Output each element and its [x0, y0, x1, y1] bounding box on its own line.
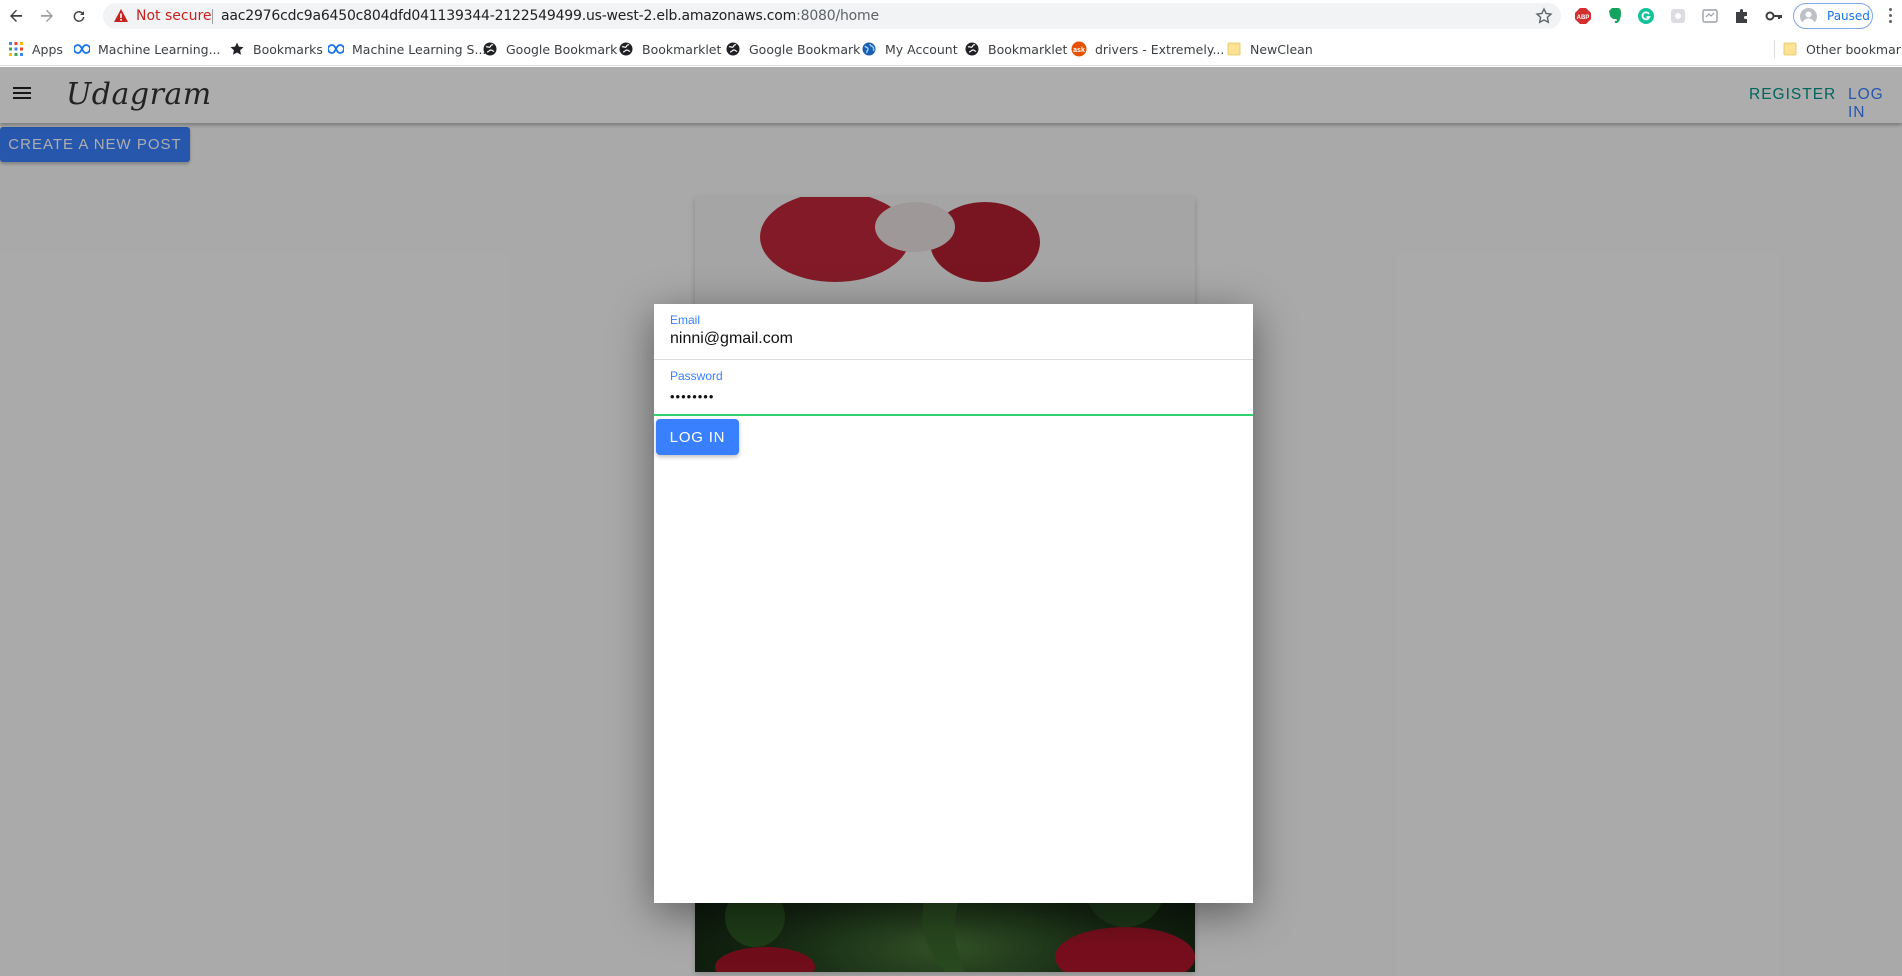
arrow-right-icon: [41, 9, 53, 22]
address-bar[interactable]: Not secure aac2976cdc9a6450c804dfd041139…: [103, 3, 1561, 29]
password-manager[interactable]: [1764, 6, 1784, 26]
bookmark-label: NewClean: [1250, 41, 1313, 57]
url-path: :8080/home: [796, 8, 879, 24]
bookmark-label: Bookmarks: [253, 41, 323, 57]
infinity-icon: [328, 41, 344, 57]
abp-icon: ABP: [1575, 8, 1591, 24]
login-submit-button[interactable]: LOG IN: [656, 419, 739, 455]
svg-text:ABP: ABP: [1577, 15, 1590, 21]
arrow-left-icon: [10, 9, 22, 22]
back-button[interactable]: [4, 4, 28, 28]
reload-icon: [73, 11, 85, 22]
bookmark-apps[interactable]: Apps: [8, 40, 63, 58]
not-secure-label[interactable]: Not secure: [136, 8, 212, 24]
bookmark-google-bookmark-2[interactable]: Google Bookmark: [725, 40, 860, 58]
ask-icon: ask: [1071, 41, 1087, 57]
other-bookmarks[interactable]: Other bookmarks: [1782, 40, 1902, 58]
reload-button[interactable]: [67, 4, 91, 28]
password-field[interactable]: Password ••••••••: [654, 360, 1253, 416]
bookmark-bookmarklet-1[interactable]: Bookmarklet: [618, 40, 721, 58]
bookmark-label: Bookmarklet: [988, 41, 1068, 57]
url-text[interactable]: aac2976cdc9a6450c804dfd041139344-2122549…: [221, 8, 879, 24]
bookmark-machine-learning-2[interactable]: Machine Learning S...: [328, 40, 486, 58]
url-host: aac2976cdc9a6450c804dfd041139344-2122549…: [221, 8, 797, 24]
evernote-icon: [1609, 8, 1621, 24]
bookmark-label: My Account: [885, 41, 958, 57]
globe-icon: [725, 41, 741, 57]
folder-icon: [1226, 41, 1242, 57]
warning-icon: [114, 9, 128, 22]
world-icon: [861, 41, 877, 57]
person-icon: [1802, 11, 1815, 25]
bookmark-star-icon[interactable]: [1535, 7, 1553, 25]
chrome-menu-button[interactable]: [1889, 8, 1893, 24]
bookmark-label: Machine Learning S...: [352, 41, 487, 57]
bookmark-label: Google Bookmark: [506, 41, 618, 57]
login-modal: Email ninni@gmail.com Password •••••••• …: [654, 304, 1253, 903]
avatar: [1800, 8, 1817, 25]
star-icon: [229, 41, 245, 57]
bookmark-label: drivers - Extremely...: [1095, 41, 1225, 57]
web-page: Udagram REGISTER LOG IN CREATE A NEW POS…: [0, 67, 1902, 976]
screenshot-icon: [1702, 9, 1718, 23]
email-input[interactable]: ninni@gmail.com: [670, 330, 793, 348]
profile-status: Paused: [1827, 9, 1870, 23]
bookmark-bookmarks[interactable]: Bookmarks: [229, 40, 323, 58]
forward-button[interactable]: [35, 4, 59, 28]
generic-extension[interactable]: [1668, 6, 1688, 26]
bookmark-label: Google Bookmark: [749, 41, 861, 57]
email-label: Email: [670, 313, 701, 327]
bookmarks-bar: Apps Machine Learning... Bookmarks Machi…: [0, 32, 1902, 66]
bookmark-drivers[interactable]: ask drivers - Extremely...: [1071, 40, 1224, 58]
bookmark-label: Bookmarklet: [642, 41, 722, 57]
adblock-extension[interactable]: ABP: [1573, 6, 1593, 26]
extensions-menu[interactable]: [1732, 6, 1752, 26]
bookmark-label: Machine Learning...: [98, 41, 221, 57]
globe-icon: [482, 41, 498, 57]
bookmark-label: Apps: [32, 41, 63, 57]
profile-button[interactable]: Paused: [1793, 3, 1873, 29]
omnibox-divider: [212, 9, 213, 24]
apps-grid-icon: [8, 41, 24, 57]
browser-toolbar: Not secure aac2976cdc9a6450c804dfd041139…: [0, 0, 1902, 32]
bookmark-newclean[interactable]: NewClean: [1226, 40, 1313, 58]
password-input[interactable]: ••••••••: [670, 389, 714, 404]
bookmark-machine-learning-1[interactable]: Machine Learning...: [74, 40, 221, 58]
evernote-extension[interactable]: [1604, 6, 1624, 26]
bookmark-google-bookmark-1[interactable]: Google Bookmark: [482, 40, 617, 58]
extension-icon: [1671, 9, 1685, 23]
bookmarks-separator: [1774, 40, 1775, 58]
globe-icon: [618, 41, 634, 57]
svg-text:ask: ask: [1073, 47, 1085, 54]
screenshot-extension[interactable]: [1700, 6, 1720, 26]
grammarly-extension[interactable]: [1636, 6, 1656, 26]
infinity-icon: [74, 41, 90, 57]
puzzle-icon: [1736, 9, 1747, 23]
globe-icon: [964, 41, 980, 57]
bookmark-bookmarklet-2[interactable]: Bookmarklet: [964, 40, 1067, 58]
folder-icon: [1782, 41, 1798, 57]
other-bookmarks-label: Other bookmarks: [1806, 41, 1902, 57]
key-icon: [1765, 11, 1782, 21]
grammarly-icon: [1638, 8, 1654, 24]
password-label: Password: [670, 369, 723, 383]
email-field[interactable]: Email ninni@gmail.com: [654, 304, 1253, 360]
bookmark-my-account[interactable]: My Account: [861, 40, 958, 58]
